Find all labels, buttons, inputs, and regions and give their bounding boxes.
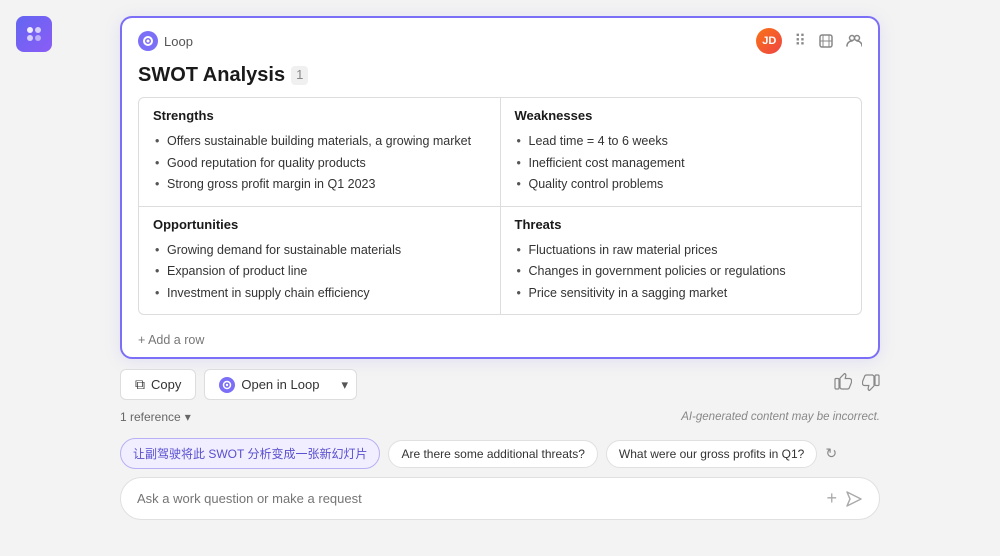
threat-item-3: Price sensitivity in a sagging market — [515, 283, 848, 305]
swot-row-1: Strengths Offers sustainable building ma… — [139, 98, 861, 207]
swot-row-2: Opportunities Growing demand for sustain… — [139, 207, 861, 315]
open-in-loop-label: Open in Loop — [241, 377, 319, 392]
people-icon-btn[interactable] — [846, 33, 862, 49]
strengths-list: Offers sustainable building materials, a… — [153, 131, 486, 196]
open-in-loop-button[interactable]: Open in Loop — [204, 369, 333, 400]
send-button[interactable] — [845, 490, 863, 508]
add-attachment-button[interactable]: + — [826, 488, 837, 509]
opportunities-cell: Opportunities Growing demand for sustain… — [139, 207, 501, 315]
card-header-right: JD ⠿ — [756, 28, 862, 54]
strength-item-1: Offers sustainable building materials, a… — [153, 131, 486, 153]
reference-chevron-icon: ▾ — [185, 410, 191, 424]
opportunities-header: Opportunities — [153, 217, 486, 232]
opportunity-item-2: Expansion of product line — [153, 261, 486, 283]
action-bar-right — [834, 373, 880, 396]
action-bar-left: ⧉ Copy Open in Loop ▾ — [120, 369, 357, 400]
copy-button[interactable]: ⧉ Copy — [120, 369, 196, 400]
chat-input[interactable] — [137, 491, 818, 506]
loop-dropdown-button[interactable]: ▾ — [333, 369, 357, 400]
share-icon-btn[interactable] — [818, 33, 834, 49]
opportunities-list: Growing demand for sustainable materials… — [153, 240, 486, 305]
app-icon — [16, 16, 52, 52]
add-row-button[interactable]: + Add a row — [122, 325, 878, 357]
card-header: Loop JD ⠿ — [122, 18, 878, 60]
loop-brand-icon — [138, 31, 158, 51]
reference-bar: 1 reference ▾ AI-generated content may b… — [120, 408, 880, 432]
card-title-text: SWOT Analysis — [138, 64, 285, 87]
weakness-item-2: Inefficient cost management — [515, 153, 848, 175]
card-title-area: SWOT Analysis 1 — [122, 60, 878, 97]
suggestion-chip-3[interactable]: What were our gross profits in Q1? — [606, 440, 817, 468]
threats-header: Threats — [515, 217, 848, 232]
strength-item-2: Good reputation for quality products — [153, 153, 486, 175]
thumbs-up-button[interactable] — [834, 373, 852, 396]
strength-item-3: Strong gross profit margin in Q1 2023 — [153, 174, 486, 196]
add-row-label: + Add a row — [138, 333, 204, 347]
avatar: JD — [756, 28, 782, 54]
suggestions-area: 让副驾驶将此 SWOT 分析变成一张新幻灯片 Are there some ad… — [120, 438, 880, 469]
loop-btn-icon — [219, 377, 235, 393]
loop-label: Loop — [164, 34, 193, 49]
grid-icon-btn[interactable]: ⠿ — [794, 31, 806, 51]
ai-disclaimer: AI-generated content may be incorrect. — [681, 411, 880, 423]
open-in-loop-group: Open in Loop ▾ — [204, 369, 357, 400]
reference-text: 1 reference — [120, 410, 181, 424]
action-bar: ⧉ Copy Open in Loop ▾ — [120, 361, 880, 408]
weaknesses-cell: Weaknesses Lead time = 4 to 6 weeks Inef… — [501, 98, 862, 206]
threats-cell: Threats Fluctuations in raw material pri… — [501, 207, 862, 315]
dropdown-arrow-icon: ▾ — [341, 377, 348, 393]
suggestion-chip-1[interactable]: 让副驾驶将此 SWOT 分析变成一张新幻灯片 — [120, 438, 380, 469]
threat-item-1: Fluctuations in raw material prices — [515, 240, 848, 262]
weakness-item-3: Quality control problems — [515, 174, 848, 196]
main-container: Loop JD ⠿ — [0, 0, 1000, 556]
reference-label[interactable]: 1 reference ▾ — [120, 410, 191, 424]
copy-icon: ⧉ — [135, 376, 145, 393]
threats-list: Fluctuations in raw material prices Chan… — [515, 240, 848, 305]
input-area: + — [120, 477, 880, 520]
title-badge: 1 — [291, 66, 308, 84]
opportunity-item-1: Growing demand for sustainable materials — [153, 240, 486, 262]
thumbs-down-button[interactable] — [862, 373, 880, 396]
weaknesses-list: Lead time = 4 to 6 weeks Inefficient cos… — [515, 131, 848, 196]
card-header-left: Loop — [138, 31, 193, 51]
strengths-header: Strengths — [153, 108, 486, 123]
input-actions: + — [826, 488, 863, 509]
strengths-cell: Strengths Offers sustainable building ma… — [139, 98, 501, 206]
copy-label: Copy — [151, 377, 181, 392]
weaknesses-header: Weaknesses — [515, 108, 848, 123]
refresh-suggestions-button[interactable]: ↻ — [825, 445, 837, 462]
suggestion-chip-2[interactable]: Are there some additional threats? — [388, 440, 597, 468]
card-title: SWOT Analysis 1 — [138, 64, 862, 87]
opportunity-item-3: Investment in supply chain efficiency — [153, 283, 486, 305]
loop-card: Loop JD ⠿ — [120, 16, 880, 359]
threat-item-2: Changes in government policies or regula… — [515, 261, 848, 283]
swot-table: Strengths Offers sustainable building ma… — [138, 97, 862, 315]
weakness-item-1: Lead time = 4 to 6 weeks — [515, 131, 848, 153]
